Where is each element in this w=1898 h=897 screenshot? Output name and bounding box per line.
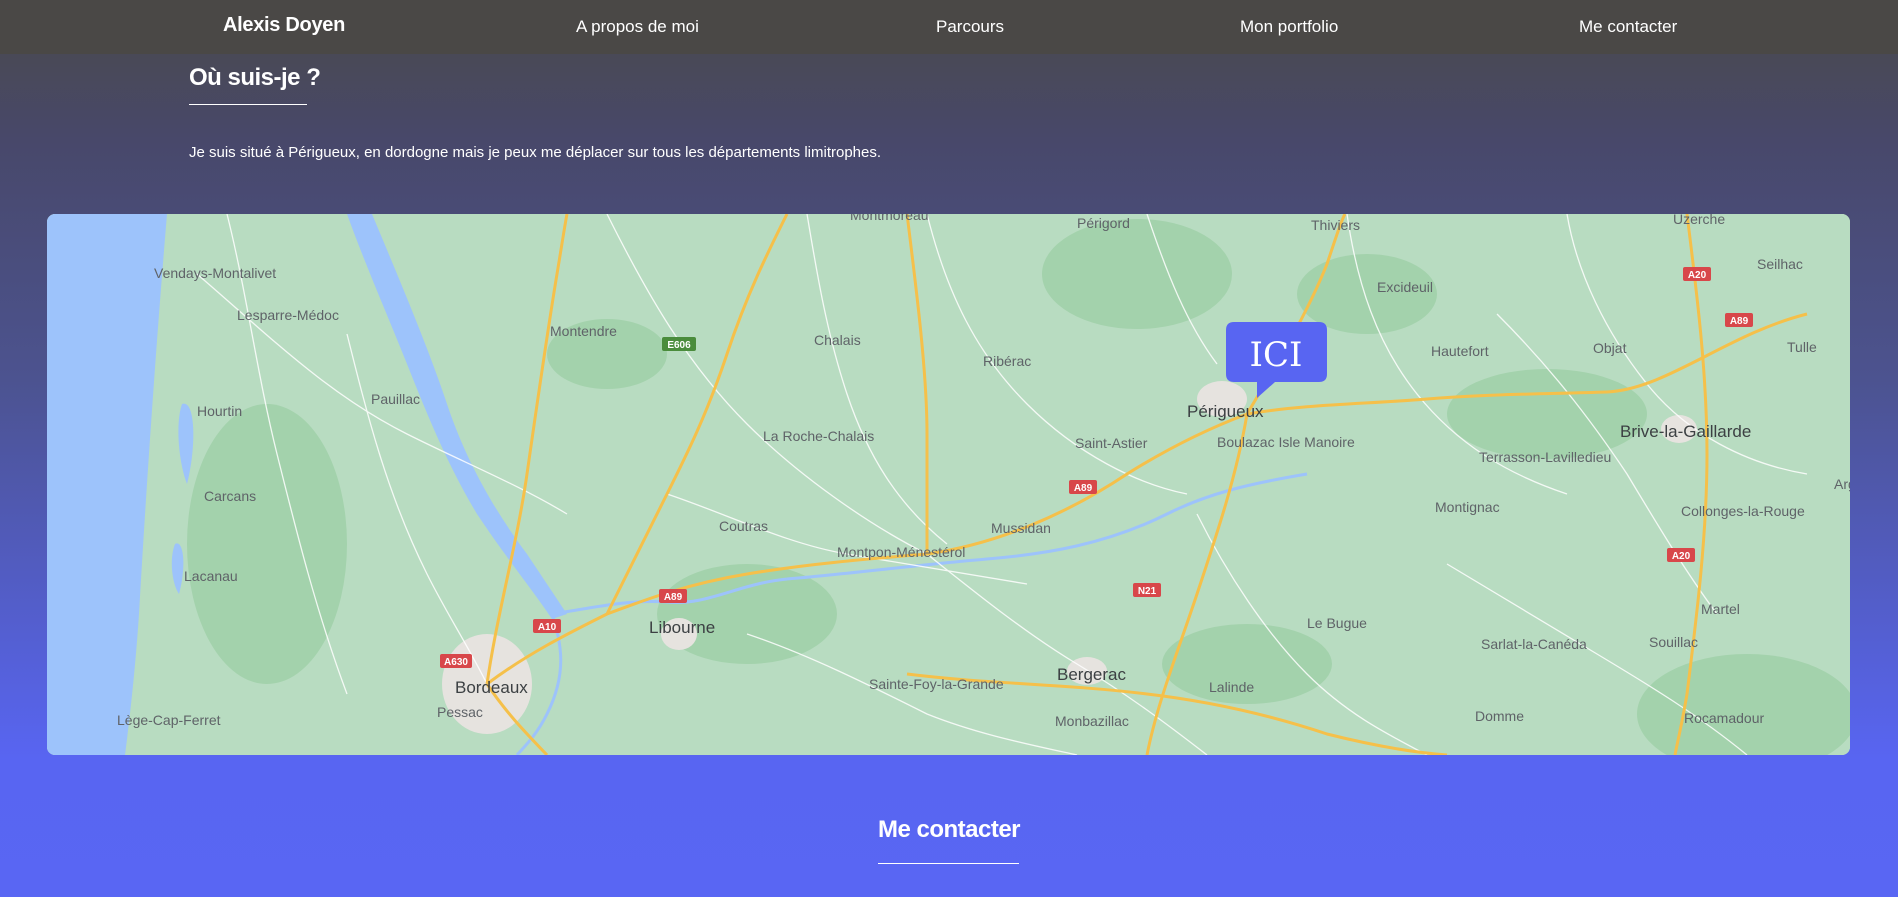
navbar: Alexis Doyen A propos de moi Parcours Mo… [0, 0, 1898, 54]
town-label: Lalinde [1209, 679, 1254, 695]
nav-link-about[interactable]: A propos de moi [576, 17, 699, 37]
town-label: Uzerche [1673, 214, 1725, 227]
town-label: Mussidan [991, 520, 1051, 536]
town-label: Coutras [719, 518, 768, 534]
town-label: Boulazac Isle Manoire [1217, 434, 1355, 450]
contact-title: Me contacter [877, 816, 1021, 843]
svg-text:A89: A89 [1074, 483, 1093, 494]
town-label: Montmoreau [850, 214, 929, 223]
town-label: Le Bugue [1307, 615, 1367, 631]
contact-title-underline [878, 863, 1019, 864]
town-label: Arg [1834, 476, 1850, 492]
town-label: Périgord [1077, 215, 1130, 231]
town-label: Libourne [649, 618, 715, 637]
town-label: Excideuil [1377, 279, 1433, 295]
location-description: Je suis situé à Périgueux, en dordogne m… [189, 144, 882, 161]
town-label: Sainte-Foy-la-Grande [869, 676, 1004, 692]
town-label: Montpon-Ménestérol [837, 544, 965, 560]
town-label: Thiviers [1311, 217, 1360, 233]
town-label: Monbazillac [1055, 713, 1129, 729]
town-label: Sarlat-la-Canéda [1481, 636, 1587, 652]
town-label: Lège-Cap-Ferret [117, 712, 221, 728]
town-label: Montendre [550, 323, 617, 339]
town-label: Lesparre-Médoc [237, 307, 339, 323]
svg-text:A20: A20 [1688, 270, 1707, 281]
nav-link-portfolio[interactable]: Mon portfolio [1240, 17, 1338, 37]
town-label: Saint-Astier [1075, 435, 1148, 451]
location-title-underline [189, 104, 307, 105]
svg-text:A10: A10 [538, 622, 557, 633]
nav-link-parcours[interactable]: Parcours [936, 17, 1004, 37]
svg-text:A20: A20 [1672, 551, 1691, 562]
town-label: Terrasson-Lavilledieu [1479, 449, 1611, 465]
town-label: Souillac [1649, 634, 1698, 650]
svg-text:A89: A89 [664, 592, 683, 603]
nav-link-contact[interactable]: Me contacter [1579, 17, 1677, 37]
town-label: Carcans [204, 488, 256, 504]
town-label: Tulle [1787, 339, 1817, 355]
town-label: Seilhac [1757, 256, 1803, 272]
town-label: Lacanau [184, 568, 238, 584]
town-label: Rocamadour [1684, 710, 1764, 726]
town-label: Domme [1475, 708, 1524, 724]
marker-label: ICI [1250, 335, 1303, 375]
town-label-bordeaux: Bordeaux [455, 678, 528, 697]
svg-text:N21: N21 [1138, 586, 1157, 597]
location-title: Où suis-je ? [189, 64, 321, 91]
svg-text:A630: A630 [444, 657, 468, 668]
town-label: Objat [1593, 340, 1627, 356]
town-label: Collonges-la-Rouge [1681, 503, 1805, 519]
town-label: Ribérac [983, 353, 1031, 369]
brand-name[interactable]: Alexis Doyen [223, 14, 345, 37]
town-label: Brive-la-Gaillarde [1620, 422, 1751, 441]
town-label: Pauillac [371, 391, 420, 407]
town-label: Montignac [1435, 499, 1500, 515]
map-canvas[interactable]: E606 A89 A89 A10 A630 N21 A20 A89 A20 Ve… [47, 214, 1850, 755]
town-label: Chalais [814, 332, 861, 348]
town-label-perigueux: Périgueux [1187, 402, 1264, 421]
town-label: Martel [1701, 601, 1740, 617]
town-label: Hourtin [197, 403, 242, 419]
town-label: La Roche-Chalais [763, 428, 874, 444]
town-label: Pessac [437, 704, 483, 720]
town-label: Hautefort [1431, 343, 1489, 359]
town-label: Vendays-Montalivet [154, 265, 276, 281]
town-label: Bergerac [1057, 665, 1126, 684]
svg-text:A89: A89 [1730, 316, 1749, 327]
svg-text:E606: E606 [667, 340, 691, 351]
location-map[interactable]: E606 A89 A89 A10 A630 N21 A20 A89 A20 Ve… [47, 214, 1850, 755]
